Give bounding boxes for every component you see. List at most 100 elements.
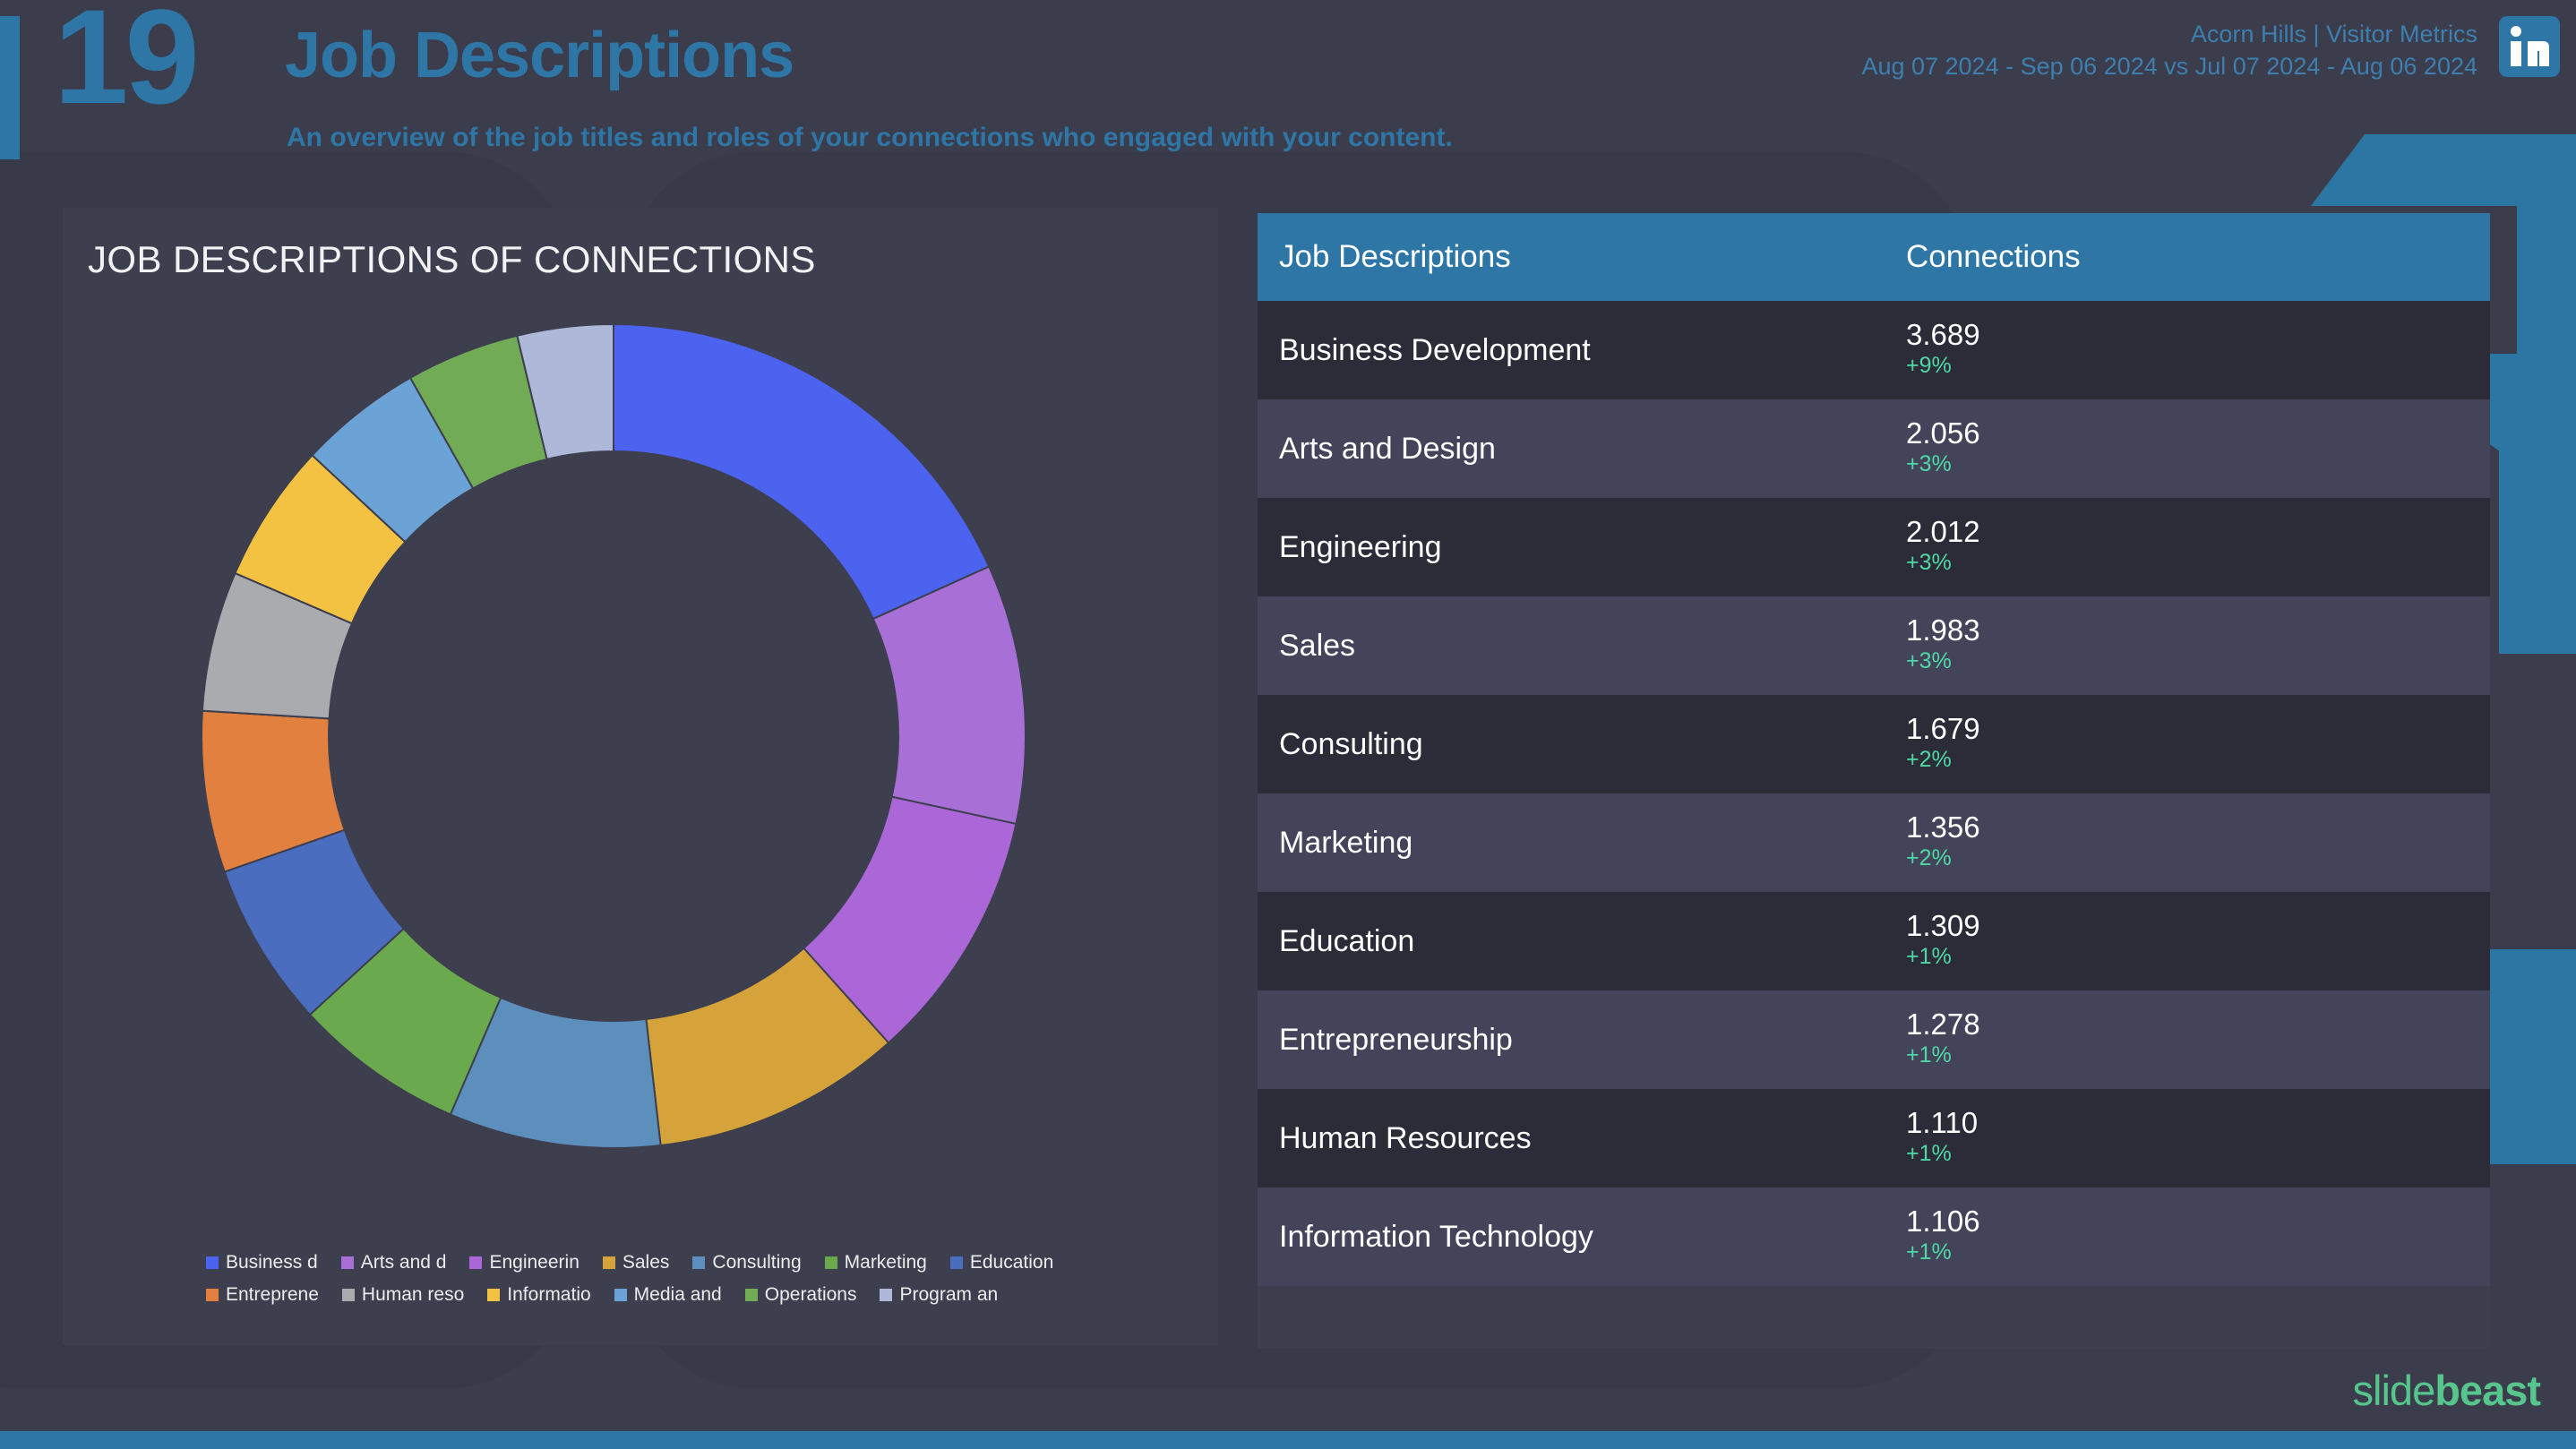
legend-swatch-icon — [744, 1289, 758, 1301]
legend-label: Sales — [622, 1252, 670, 1273]
cell-connections: 1.106 +1% — [1906, 1205, 2469, 1268]
change-badge: +9% — [1906, 353, 1952, 379]
connections-value: 1.983 — [1906, 613, 1980, 647]
legend-label: Program an — [899, 1284, 999, 1305]
legend-swatch-icon — [206, 1289, 219, 1301]
legend-row: Business d Arts and d Engineerin Sales Consu… — [206, 1252, 1102, 1273]
connections-value: 1.309 — [1906, 908, 1980, 942]
legend-item[interactable]: Operations — [744, 1284, 856, 1306]
connections-value: 2.056 — [1906, 416, 1980, 450]
connections-value: 3.689 — [1906, 317, 1980, 351]
slidebeast-logo: slidebeast — [2352, 1366, 2541, 1415]
cell-job-description: Education — [1279, 923, 1415, 958]
cell-job-description: Engineering — [1279, 529, 1442, 564]
legend-swatch-icon — [602, 1256, 615, 1269]
legend-label: Engineerin — [489, 1252, 580, 1273]
cell-connections: 2.056 +3% — [1906, 416, 2469, 480]
table-row[interactable]: Human Resources 1.110 +1% — [1258, 1089, 2490, 1187]
page-subtitle: An overview of the job titles and roles … — [287, 123, 1453, 152]
table-row[interactable]: Arts and Design 2.056 +3% — [1258, 399, 2490, 498]
legend-swatch-icon — [692, 1256, 706, 1269]
legend-item[interactable]: Marketing — [824, 1252, 927, 1273]
chart-legend: Business d Arts and d Engineerin Sales Consu… — [206, 1252, 1102, 1316]
cell-connections: 1.356 +2% — [1906, 810, 2469, 874]
linkedin-icon-stem — [2511, 41, 2521, 66]
job-descriptions-table-card: Job Descriptions Connections Business De… — [1258, 213, 2490, 1349]
legend-item[interactable]: Arts and d — [340, 1252, 447, 1273]
legend-item[interactable]: Informatio — [487, 1284, 591, 1306]
table-row[interactable]: Information Technology 1.106 +1% — [1258, 1187, 2490, 1286]
cell-connections: 3.689 +9% — [1906, 317, 2469, 382]
table-header-row: Job Descriptions Connections — [1258, 213, 2490, 301]
legend-label: Human reso — [361, 1284, 465, 1305]
legend-label: Entreprene — [226, 1284, 319, 1305]
logo-text-slide: slide — [2352, 1367, 2436, 1414]
legend-label: Media and — [633, 1284, 722, 1305]
bottom-accent-bar — [0, 1431, 2576, 1449]
legend-item[interactable]: Consulting — [692, 1252, 802, 1273]
column-header-connections: Connections — [1906, 239, 2081, 274]
bg-shape-block — [2488, 949, 2576, 1164]
change-badge: +3% — [1906, 550, 1952, 576]
legend-label: Consulting — [712, 1252, 802, 1273]
legend-swatch-icon — [206, 1256, 219, 1269]
legend-item[interactable]: Engineerin — [469, 1252, 580, 1273]
legend-item[interactable]: Business d — [206, 1252, 318, 1273]
legend-swatch-icon — [880, 1289, 893, 1301]
cell-job-description: Human Resources — [1279, 1120, 1532, 1155]
cell-job-description: Business Development — [1279, 332, 1591, 367]
legend-label: Arts and d — [360, 1252, 447, 1273]
change-badge: +2% — [1906, 747, 1952, 773]
page-title: Job Descriptions — [285, 20, 794, 91]
cell-job-description: Sales — [1279, 628, 1356, 663]
chart-card-title: JOB DESCRIPTIONS OF CONNECTIONS — [88, 238, 816, 280]
cell-job-description: Arts and Design — [1279, 431, 1496, 466]
slide-number: 19 — [54, 0, 200, 132]
linkedin-icon[interactable] — [2499, 16, 2560, 77]
cell-connections: 1.309 +1% — [1906, 908, 2469, 973]
table-row[interactable]: Education 1.309 +1% — [1258, 892, 2490, 990]
cell-job-description: Consulting — [1279, 726, 1423, 761]
legend-label: Informatio — [507, 1284, 591, 1305]
table-row[interactable]: Engineering 2.012 +3% — [1258, 498, 2490, 596]
cell-connections: 1.983 +3% — [1906, 613, 2469, 677]
donut-chart[interactable] — [193, 315, 1088, 1211]
table-row[interactable]: Entrepreneurship 1.278 +1% — [1258, 990, 2490, 1089]
legend-item[interactable]: Program an — [880, 1284, 998, 1306]
date-range-label: Aug 07 2024 - Sep 06 2024 vs Jul 07 2024… — [1861, 53, 2477, 81]
legend-row: Entreprene Human reso Informatio Media and O… — [206, 1284, 1102, 1306]
connections-value: 1.679 — [1906, 711, 1980, 745]
logo-text-beast: beast — [2434, 1367, 2541, 1414]
legend-item[interactable]: Entreprene — [206, 1284, 319, 1306]
cell-connections: 1.679 +2% — [1906, 711, 2469, 776]
connections-value: 1.106 — [1906, 1204, 1980, 1238]
change-badge: +1% — [1906, 944, 1952, 970]
column-header-job-descriptions: Job Descriptions — [1279, 239, 1511, 274]
donut-segment[interactable] — [613, 322, 991, 621]
connections-value: 1.110 — [1906, 1105, 1979, 1139]
table-row[interactable]: Sales 1.983 +3% — [1258, 596, 2490, 695]
table-row[interactable]: Business Development 3.689 +9% — [1258, 301, 2490, 399]
legend-swatch-icon — [487, 1289, 501, 1301]
legend-item[interactable]: Sales — [602, 1252, 670, 1273]
legend-swatch-icon — [469, 1256, 483, 1269]
legend-swatch-icon — [824, 1256, 837, 1269]
connections-value: 1.278 — [1906, 1007, 1980, 1041]
change-badge: +3% — [1906, 451, 1952, 477]
legend-swatch-icon — [949, 1256, 963, 1269]
table-row[interactable]: Marketing 1.356 +2% — [1258, 793, 2490, 892]
table-body: Business Development 3.689 +9% Arts and Des… — [1258, 301, 2490, 1286]
change-badge: +3% — [1906, 648, 1952, 674]
slide-header: 19 Job Descriptions An overview of the j… — [0, 0, 2576, 193]
cell-job-description: Entrepreneurship — [1279, 1022, 1513, 1057]
cell-connections: 1.110 +1% — [1906, 1105, 2469, 1170]
legend-label: Marketing — [844, 1252, 927, 1273]
header-meta: Acorn Hills | Visitor Metrics Aug 07 202… — [1861, 18, 2477, 83]
legend-item[interactable]: Human reso — [341, 1284, 465, 1306]
legend-item[interactable]: Media and — [614, 1284, 722, 1306]
job-descriptions-chart-card: JOB DESCRIPTIONS OF CONNECTIONS Business… — [63, 208, 1218, 1345]
change-badge: +1% — [1906, 1042, 1952, 1068]
change-badge: +2% — [1906, 845, 1952, 871]
table-row[interactable]: Consulting 1.679 +2% — [1258, 695, 2490, 793]
legend-item[interactable]: Education — [949, 1252, 1053, 1273]
